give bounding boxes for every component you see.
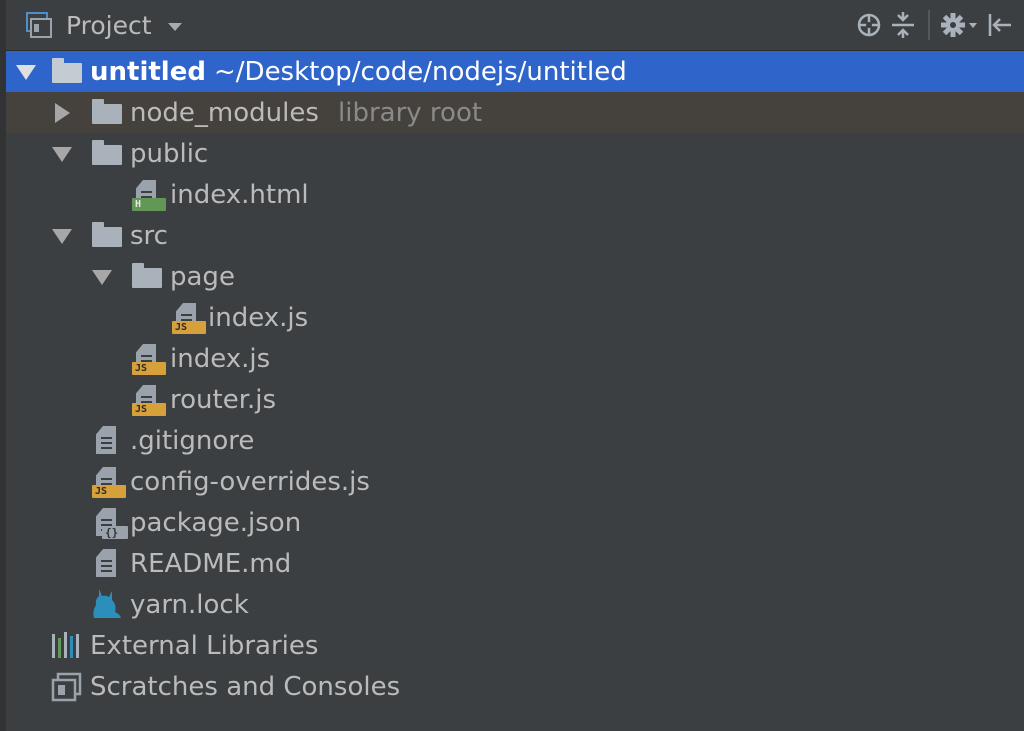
tree-item-root[interactable]: untitled ~/Desktop/code/nodejs/untitled [6,51,1024,92]
tree-item-label: index.html [170,179,309,210]
tree-item-label: External Libraries [90,630,319,661]
tree-item-src-index-js[interactable]: JS index.js [6,338,1024,379]
expand-arrow-icon[interactable] [52,144,72,164]
tree-item-label: public [130,138,209,169]
tree-item-src[interactable]: src [6,215,1024,256]
js-badge: JS [172,321,206,334]
folder-icon [90,219,124,253]
locate-icon[interactable] [852,8,886,42]
root-folder-path: ~/Desktop/code/nodejs/untitled [214,56,627,87]
settings-gear-icon[interactable] [938,8,982,42]
json-badge: {} [102,526,128,539]
folder-icon [90,96,124,130]
libraries-icon [50,629,84,663]
tree-item-external-libraries[interactable]: External Libraries [6,625,1024,666]
expand-arrow-icon[interactable] [52,226,72,246]
tree-item-public[interactable]: public [6,133,1024,174]
folder-icon [90,137,124,171]
expand-arrow-icon[interactable] [16,62,36,82]
js-badge: JS [132,362,166,375]
html-badge: H [132,198,166,211]
root-folder-name: untitled [90,56,206,87]
tree-item-label: package.json [130,507,302,538]
tree-item-package-json[interactable]: {} package.json [6,502,1024,543]
collapse-all-icon[interactable] [886,8,920,42]
tree-item-label: config-overrides.js [130,466,370,497]
tree-item-label: index.js [170,343,271,374]
tree-item-yarn-lock[interactable]: yarn.lock [6,584,1024,625]
tree-item-label: yarn.lock [130,589,249,620]
folder-icon [50,55,84,89]
tree-item-label: router.js [170,384,277,415]
tree-item-gitignore[interactable]: .gitignore [6,420,1024,461]
scratches-icon [50,670,84,704]
dropdown-caret-icon[interactable] [167,22,182,31]
tree-item-scratches[interactable]: Scratches and Consoles [6,666,1024,707]
project-view-selector[interactable]: Project [26,8,182,42]
js-file-icon: JS [170,301,206,335]
tree-item-label: README.md [130,548,292,579]
project-toolbar: Project [6,0,1024,51]
project-view-title: Project [66,10,152,40]
tree-item-src-router-js[interactable]: JS router.js [6,379,1024,420]
tree-item-readme[interactable]: README.md [6,543,1024,584]
text-file-icon [90,424,124,458]
tree-item-label: Scratches and Consoles [90,671,401,702]
project-view-icon [26,12,52,38]
library-root-note: library root [338,97,483,128]
tree-item-public-index-html[interactable]: H index.html [6,174,1024,215]
tree-item-page-index-js[interactable]: JS index.js [6,297,1024,338]
toolbar-separator [928,10,930,40]
tree-item-src-page[interactable]: page [6,256,1024,297]
folder-icon [130,260,164,294]
js-file-icon: JS [130,383,166,417]
collapse-arrow-icon[interactable] [52,103,72,123]
tree-item-config-overrides[interactable]: JS config-overrides.js [6,461,1024,502]
tree-item-label: index.js [208,302,309,333]
expand-arrow-icon[interactable] [92,267,112,287]
hide-panel-icon[interactable] [982,8,1016,42]
tree-item-label: src [130,220,168,251]
js-file-icon: JS [130,342,166,376]
tree-item-node-modules[interactable]: node_modules library root [6,92,1024,133]
html-file-icon: H [130,178,166,212]
tree-item-label: page [170,261,235,292]
yarn-cat-icon [90,587,124,621]
tree-item-label: node_modules [130,97,319,128]
js-file-icon: JS [90,465,126,499]
js-badge: JS [92,485,126,498]
json-file-icon: {} [90,506,128,540]
js-badge: JS [132,403,166,416]
tree-item-label: .gitignore [130,425,255,456]
text-file-icon [90,547,124,581]
